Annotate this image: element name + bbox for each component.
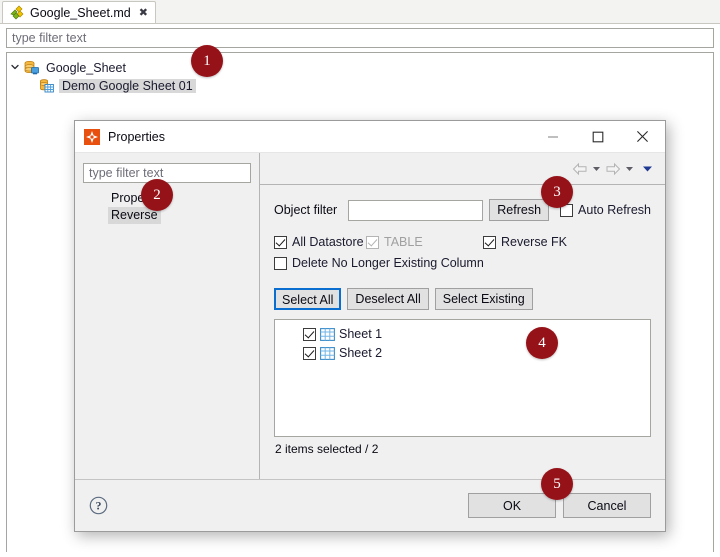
deselect-all-button[interactable]: Deselect All: [347, 287, 429, 310]
object-filter-row: Object filter Refresh Auto Refresh: [274, 199, 651, 221]
preference-toolbar: [260, 153, 665, 185]
caret-down-icon[interactable]: [591, 160, 602, 178]
minimize-icon[interactable]: [530, 122, 575, 152]
tab-strip: Google_Sheet.md ✖: [0, 0, 720, 24]
cancel-button[interactable]: Cancel: [563, 493, 651, 518]
annotation-badge-5: 5: [541, 468, 573, 500]
tree-row-demo-google-sheet-01[interactable]: Demo Google Sheet 01: [7, 77, 713, 95]
annotation-badge-3: 3: [541, 176, 573, 208]
annotation-badge-2: 2: [141, 179, 173, 211]
selection-buttons-row: Select All Deselect All Select Existing: [274, 287, 651, 310]
dialog-footer: ? OK Cancel: [75, 479, 665, 531]
tree-label-demo-google-sheet-01: Demo Google Sheet 01: [59, 79, 196, 93]
all-datastore-checkbox[interactable]: All Datastore: [274, 235, 366, 249]
reverse-fk-label: Reverse FK: [501, 235, 567, 249]
table-icon: [320, 327, 335, 341]
maximize-icon[interactable]: [575, 122, 620, 152]
auto-refresh-checkbox[interactable]: Auto Refresh: [560, 203, 651, 217]
datastore-icon: [39, 78, 55, 94]
reverse-fk-checkbox-box[interactable]: [483, 235, 496, 249]
object-filter-label: Object filter: [274, 203, 338, 217]
sheet-1-checkbox[interactable]: [303, 327, 316, 341]
sheet-2-checkbox[interactable]: [303, 346, 316, 360]
ok-button[interactable]: OK: [468, 493, 556, 518]
close-icon[interactable]: ✖: [139, 7, 148, 18]
all-datastore-checkbox-box[interactable]: [274, 235, 287, 249]
reverse-fk-checkbox[interactable]: Reverse FK: [483, 235, 567, 249]
help-icon[interactable]: ?: [89, 496, 108, 515]
nav-filter-placeholder: type filter text: [89, 166, 164, 180]
editor-tab-label: Google_Sheet.md: [30, 5, 131, 20]
list-status-text: 2 items selected / 2: [275, 441, 379, 456]
tree-label-google-sheet: Google_Sheet: [46, 61, 126, 75]
arrow-right-icon[interactable]: [605, 160, 621, 178]
arrow-left-icon[interactable]: [572, 160, 588, 178]
table-label: TABLE: [384, 235, 423, 249]
nav-row-reverse[interactable]: Reverse: [108, 207, 251, 224]
database-icon: [23, 60, 39, 76]
chevron-down-icon[interactable]: [7, 62, 23, 75]
editor-tab-google-sheet[interactable]: Google_Sheet.md ✖: [2, 1, 156, 23]
all-datastore-label: All Datastore: [292, 235, 364, 249]
select-all-button[interactable]: Select All: [274, 287, 342, 310]
table-icon-2: [320, 346, 335, 360]
table-checkbox: TABLE: [366, 235, 483, 249]
nav-filter-input[interactable]: type filter text: [83, 163, 251, 183]
svg-text:?: ?: [96, 499, 102, 513]
checkbox-row-1: All Datastore TABLE Reverse FK: [274, 235, 651, 249]
auto-refresh-label: Auto Refresh: [578, 203, 651, 217]
select-existing-button[interactable]: Select Existing: [434, 287, 533, 310]
list-item[interactable]: Sheet 2: [275, 344, 650, 363]
list-item[interactable]: Sheet 1: [275, 325, 650, 344]
reverse-preferences: Object filter Refresh Auto Refresh All D…: [260, 185, 665, 479]
close-icon[interactable]: [620, 122, 665, 152]
puzzle-icon: [9, 5, 25, 21]
background-filter-input[interactable]: type filter text: [6, 28, 714, 48]
odi-icon: [84, 128, 100, 145]
nav-row-properties[interactable]: Properties: [108, 190, 251, 207]
annotation-badge-4: 4: [526, 327, 558, 359]
dialog-titlebar[interactable]: Properties: [75, 121, 665, 153]
checkbox-row-2: Delete No Longer Existing Column: [274, 256, 651, 273]
delete-no-longer-existing-column-checkbox[interactable]: Delete No Longer Existing Column: [274, 256, 484, 270]
background-filter-placeholder: type filter text: [12, 31, 87, 45]
refresh-button[interactable]: Refresh: [489, 199, 550, 221]
caret-down-filled-icon[interactable]: [642, 160, 653, 178]
object-filter-input[interactable]: [348, 199, 484, 221]
delete-no-longer-existing-column-label: Delete No Longer Existing Column: [292, 256, 484, 270]
dialog-content-panel: Object filter Refresh Auto Refresh All D…: [260, 153, 665, 479]
sheet-2-label: Sheet 2: [339, 346, 383, 360]
sheet-list[interactable]: Sheet 1 Sheet 2: [274, 318, 651, 437]
tree-row-google-sheet[interactable]: Google_Sheet: [7, 59, 713, 77]
table-checkbox-box: [366, 235, 379, 249]
dialog-title: Properties: [108, 129, 165, 144]
annotation-badge-1: 1: [191, 45, 223, 77]
caret-down-icon-2[interactable]: [624, 160, 635, 178]
delete-no-longer-existing-column-checkbox-box[interactable]: [274, 256, 287, 270]
sheet-1-label: Sheet 1: [339, 327, 383, 341]
